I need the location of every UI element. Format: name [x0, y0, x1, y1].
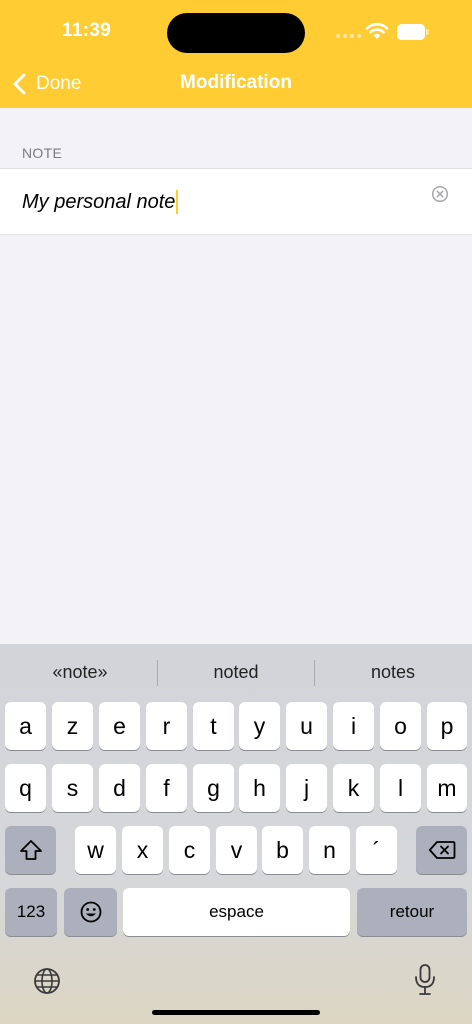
key-t[interactable]: t: [193, 702, 234, 750]
globe-icon[interactable]: [33, 967, 61, 995]
battery-icon: [397, 24, 429, 40]
cellular-signal-icon: [336, 34, 361, 38]
key-k[interactable]: k: [333, 764, 374, 812]
microphone-icon[interactable]: [413, 963, 437, 997]
text-caret: [176, 190, 179, 214]
suggestion-bar: «note» noted notes: [0, 654, 472, 690]
backspace-key[interactable]: [416, 826, 467, 874]
key-c[interactable]: c: [169, 826, 210, 874]
key-acute-accent[interactable]: ´: [356, 826, 397, 874]
note-text-field[interactable]: My personal note: [22, 187, 179, 217]
key-y[interactable]: y: [239, 702, 280, 750]
page-title: Modification: [180, 72, 292, 93]
navigation-header: 11:39 Done Modification: [0, 0, 472, 108]
key-z[interactable]: z: [52, 702, 93, 750]
key-q[interactable]: q: [5, 764, 46, 812]
note-section-label: NOTE: [22, 145, 63, 161]
note-field-value: My personal note: [22, 190, 176, 213]
space-key[interactable]: espace: [123, 888, 350, 936]
emoji-key[interactable]: [64, 888, 117, 936]
key-h[interactable]: h: [239, 764, 280, 812]
suggestion-notes[interactable]: notes: [315, 654, 471, 690]
key-g[interactable]: g: [193, 764, 234, 812]
home-indicator: [152, 1010, 320, 1015]
key-d[interactable]: d: [99, 764, 140, 812]
key-s[interactable]: s: [52, 764, 93, 812]
key-j[interactable]: j: [286, 764, 327, 812]
key-a[interactable]: a: [5, 702, 46, 750]
status-time: 11:39: [62, 20, 112, 41]
return-key[interactable]: retour: [357, 888, 467, 936]
note-field-row: My personal note: [0, 168, 472, 235]
shift-icon: [19, 840, 42, 860]
key-w[interactable]: w: [75, 826, 116, 874]
key-b[interactable]: b: [262, 826, 303, 874]
key-f[interactable]: f: [146, 764, 187, 812]
key-p[interactable]: p: [427, 702, 467, 750]
key-x[interactable]: x: [122, 826, 163, 874]
key-v[interactable]: v: [216, 826, 257, 874]
key-e[interactable]: e: [99, 702, 140, 750]
key-i[interactable]: i: [333, 702, 374, 750]
key-m[interactable]: m: [427, 764, 467, 812]
key-u[interactable]: u: [286, 702, 327, 750]
keyboard: «note» noted notes a z e r t y u i o p q…: [0, 644, 472, 1024]
emoji-icon: [80, 901, 101, 923]
key-l[interactable]: l: [380, 764, 421, 812]
key-o[interactable]: o: [380, 702, 421, 750]
suggestion-noted[interactable]: noted: [158, 654, 314, 690]
numbers-key[interactable]: 123: [5, 888, 57, 936]
key-r[interactable]: r: [146, 702, 187, 750]
clear-text-icon[interactable]: [431, 185, 449, 203]
suggestion-note[interactable]: «note»: [2, 654, 158, 690]
shift-key[interactable]: [5, 826, 56, 874]
key-n[interactable]: n: [309, 826, 350, 874]
backspace-icon: [428, 841, 455, 859]
wifi-icon: [365, 22, 389, 39]
dynamic-island: [167, 13, 305, 53]
